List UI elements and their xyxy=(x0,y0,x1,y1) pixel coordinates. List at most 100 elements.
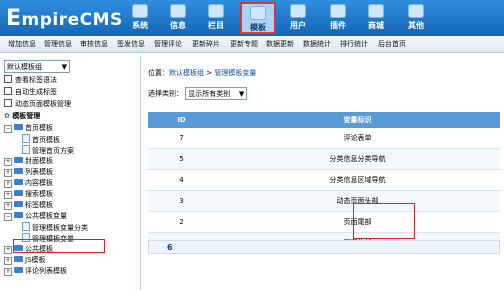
quick-link[interactable]: 管理评论 xyxy=(154,39,182,49)
tree-item[interactable]: 首页模板 xyxy=(22,134,60,144)
category-filter: 选择类别： 显示所有类别 ▼ xyxy=(148,87,248,100)
tree-item-label: 封面模板 xyxy=(25,157,53,165)
expand-icon[interactable]: + xyxy=(4,268,12,276)
expand-icon[interactable]: + xyxy=(4,158,12,166)
nav-label: 商城 xyxy=(368,21,384,30)
shop-icon xyxy=(368,4,384,18)
main-content: 位置：默认模板组 > 管理模板变量 选择类别： 显示所有类别 ▼ ID 变量标识 … xyxy=(148,56,504,290)
quick-link[interactable]: 更新碎片 xyxy=(192,39,220,49)
document-icon xyxy=(22,145,30,154)
tree-item[interactable]: 管理模板变量分类 xyxy=(22,222,88,232)
settings-icon: ✿ xyxy=(4,112,10,120)
tree-item[interactable]: + 标签模板 xyxy=(4,200,53,210)
nav-user[interactable]: 用户 xyxy=(280,2,316,34)
tree-item-label: JS模板 xyxy=(25,256,46,264)
breadcrumb-group-link[interactable]: 默认模板组 xyxy=(169,69,204,77)
tree-title: ✿ 模板管理 xyxy=(4,112,41,120)
nav-label: 插件 xyxy=(330,21,346,30)
quick-link[interactable]: 管理信息 xyxy=(44,39,72,49)
quick-link[interactable]: 数据统计 xyxy=(303,39,331,49)
folder-icon xyxy=(14,256,23,262)
quick-link[interactable]: 排行统计 xyxy=(340,39,368,49)
tree-item[interactable]: + 评论列表模板 xyxy=(4,266,67,276)
tree-item-label: 搜索模板 xyxy=(25,190,53,198)
col-header-id[interactable]: ID xyxy=(148,112,215,128)
system-icon xyxy=(132,4,148,18)
collapse-icon[interactable]: − xyxy=(4,213,12,221)
document-icon xyxy=(22,222,30,231)
quick-links-bar: 增加信息 管理信息 审核信息 签发信息 管理评论 更新碎片 更新专题 数据更新 数据统计 排行统计… xyxy=(0,36,504,53)
table-row[interactable]: 3 动态页面头部 xyxy=(148,190,500,212)
table-row[interactable]: 4 分类信息区域导航 xyxy=(148,169,500,191)
column-icon xyxy=(208,4,224,18)
quick-link[interactable]: 增加信息 xyxy=(8,39,36,49)
logo: EmpireCMS xyxy=(6,6,123,31)
tree-item-label: 列表模板 xyxy=(25,168,53,176)
quick-link[interactable]: 更新专题 xyxy=(230,39,258,49)
expand-icon[interactable]: + xyxy=(4,202,12,210)
tree-item-label: 首页模板 xyxy=(32,136,60,144)
folder-icon xyxy=(14,179,23,185)
category-select[interactable]: 显示所有类别 ▼ xyxy=(185,87,248,100)
folder-icon xyxy=(14,168,23,174)
nav-column[interactable]: 栏目 xyxy=(198,2,234,34)
link-dynamic-template[interactable]: 动态页面模板管理 xyxy=(4,99,71,109)
page-count[interactable]: 6 xyxy=(167,243,173,252)
link-icon xyxy=(4,99,12,107)
nav-label: 栏目 xyxy=(208,21,224,30)
expand-icon[interactable]: + xyxy=(4,257,12,265)
tree-item-label: 标签模板 xyxy=(25,201,53,209)
user-icon xyxy=(290,4,306,18)
nav-plugin[interactable]: 插件 xyxy=(320,2,356,34)
quick-link[interactable]: 审核信息 xyxy=(80,39,108,49)
info-icon xyxy=(170,4,186,18)
nav-label: 系统 xyxy=(132,21,148,30)
tree-item-label: 管理模板变量分类 xyxy=(32,224,88,232)
link-auto-generate-tag[interactable]: 自动生成标签 xyxy=(4,87,57,97)
folder-icon xyxy=(14,201,23,207)
folder-icon xyxy=(14,190,23,196)
nav-other[interactable]: 其他 xyxy=(398,2,434,34)
expand-icon[interactable]: + xyxy=(4,191,12,199)
cell-id: 3 xyxy=(148,190,215,212)
tree-item[interactable]: + 封面模板 xyxy=(4,156,53,166)
document-icon xyxy=(22,134,30,143)
table-row[interactable]: 2 页面尾部 xyxy=(148,211,500,233)
tree-item[interactable]: − 公共模板变量 xyxy=(4,211,67,221)
nav-system[interactable]: 系统 xyxy=(122,2,158,34)
tree-item-label: 评论列表模板 xyxy=(25,267,67,275)
tree-item[interactable]: 管理首页方案 xyxy=(22,145,74,155)
tree-item[interactable]: + JS模板 xyxy=(4,255,46,265)
tree-item[interactable]: + 搜索模板 xyxy=(4,189,53,199)
cell-id: 4 xyxy=(148,169,215,191)
template-group-select[interactable]: 默认模板组 ▼ xyxy=(4,60,70,73)
sidebar: 默认模板组 ▼ 查看标签语法 自动生成标签 动态页面模板管理 ✿ 模板管理 − 首页… xyxy=(0,56,141,290)
plugin-icon xyxy=(330,4,346,18)
folder-icon xyxy=(14,157,23,163)
collapse-icon[interactable]: − xyxy=(4,125,12,133)
expand-icon[interactable]: + xyxy=(4,169,12,177)
quick-link[interactable]: 签发信息 xyxy=(117,39,145,49)
table-row[interactable]: 7 评论表单 xyxy=(148,128,500,149)
link-view-tag-syntax[interactable]: 查看标签语法 xyxy=(4,75,57,85)
cell-variable-name[interactable]: 分类信息区域导航 xyxy=(215,169,500,191)
expand-icon[interactable]: + xyxy=(4,180,12,188)
breadcrumb: 位置：默认模板组 > 管理模板变量 xyxy=(148,69,257,77)
tree-item[interactable]: − 首页模板 xyxy=(4,123,53,133)
expand-icon[interactable]: + xyxy=(4,246,12,254)
tree-item[interactable]: + 内容模板 xyxy=(4,178,53,188)
nav-shop[interactable]: 商城 xyxy=(358,2,394,34)
nav-template[interactable]: 模板 xyxy=(240,2,276,34)
quick-link[interactable]: 后台首页 xyxy=(378,39,406,49)
tree-item-label: 首页模板 xyxy=(25,124,53,132)
quick-link[interactable]: 数据更新 xyxy=(266,39,294,49)
cell-variable-name[interactable]: 评论表单 xyxy=(215,128,500,149)
tree-item[interactable]: + 列表模板 xyxy=(4,167,53,177)
cell-variable-name[interactable]: 分类信息分类导航 xyxy=(215,148,500,170)
cell-id: 2 xyxy=(148,211,215,233)
breadcrumb-page-link[interactable]: 管理模板变量 xyxy=(214,69,256,77)
table-row[interactable]: 5 分类信息分类导航 xyxy=(148,148,500,170)
cell-id: 7 xyxy=(148,128,215,149)
nav-info[interactable]: 信息 xyxy=(160,2,196,34)
tree-item-label: 公共模板变量 xyxy=(25,212,67,220)
